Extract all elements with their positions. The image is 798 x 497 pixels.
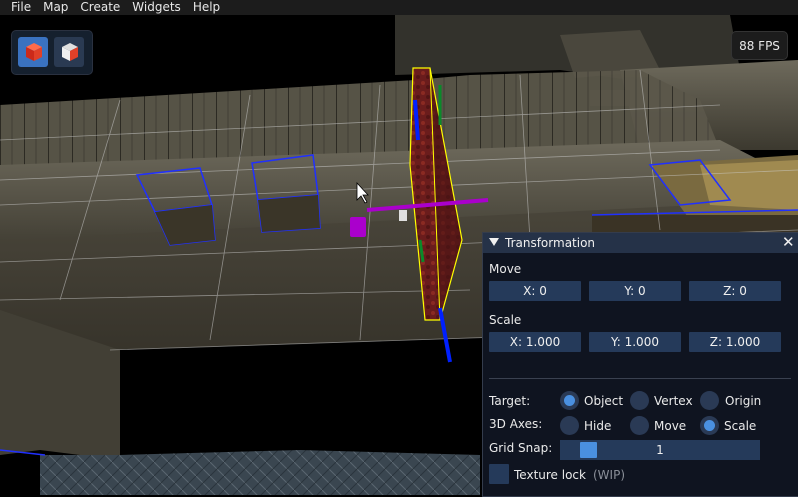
red-cube-icon [26,43,42,61]
panel-title: Transformation [505,236,596,250]
axes-move-radio[interactable] [630,416,649,435]
texture-lock-label: Texture lock [514,468,586,482]
select-object-tool[interactable] [18,37,48,67]
target-origin-label: Origin [725,394,762,408]
axes-move-label: Move [654,419,687,433]
scale-label: Scale [489,313,522,327]
texture-lock-note: (WIP) [593,468,626,482]
grid-snap-value: 1 [656,443,664,457]
fps-counter: 88 FPS [731,31,788,60]
axes-scale-radio[interactable] [700,416,719,435]
target-vertex-radio[interactable] [630,391,649,410]
target-object-radio[interactable] [560,391,579,410]
move-y-button[interactable]: Y: 0 [589,281,681,301]
menu-file[interactable]: File [0,0,37,15]
divider [489,378,791,379]
tool-palette [11,30,93,75]
white-red-cube-icon [62,43,78,61]
axes-scale-label: Scale [724,419,757,433]
scale-x-button[interactable]: X: 1.000 [489,332,581,352]
panel-header[interactable]: Transformation ✕ [483,233,798,253]
target-object-label: Object [584,394,624,408]
scale-z-button[interactable]: Z: 1.000 [689,332,781,352]
close-icon[interactable]: ✕ [782,234,795,251]
move-x-button[interactable]: X: 0 [489,281,581,301]
collapse-arrow-icon[interactable] [489,238,499,246]
select-face-tool[interactable] [54,37,84,67]
target-label: Target: [489,394,531,408]
scale-y-button[interactable]: Y: 1.000 [589,332,681,352]
menu-help[interactable]: Help [187,0,226,15]
move-label: Move [489,262,522,276]
target-vertex-label: Vertex [654,394,693,408]
grid-snap-label: Grid Snap: [489,441,553,455]
axes-hide-radio[interactable] [560,416,579,435]
grid-snap-slider[interactable]: 1 [560,440,760,460]
axes-label: 3D Axes: [489,417,543,431]
axes-hide-label: Hide [584,419,612,433]
menu-create[interactable]: Create [74,0,126,15]
menu-widgets[interactable]: Widgets [126,0,187,15]
texture-lock-checkbox[interactable] [489,464,509,484]
target-origin-radio[interactable] [700,391,719,410]
menu-map[interactable]: Map [37,0,74,15]
move-z-button[interactable]: Z: 0 [689,281,781,301]
menu-bar: File Map Create Widgets Help [0,0,798,15]
